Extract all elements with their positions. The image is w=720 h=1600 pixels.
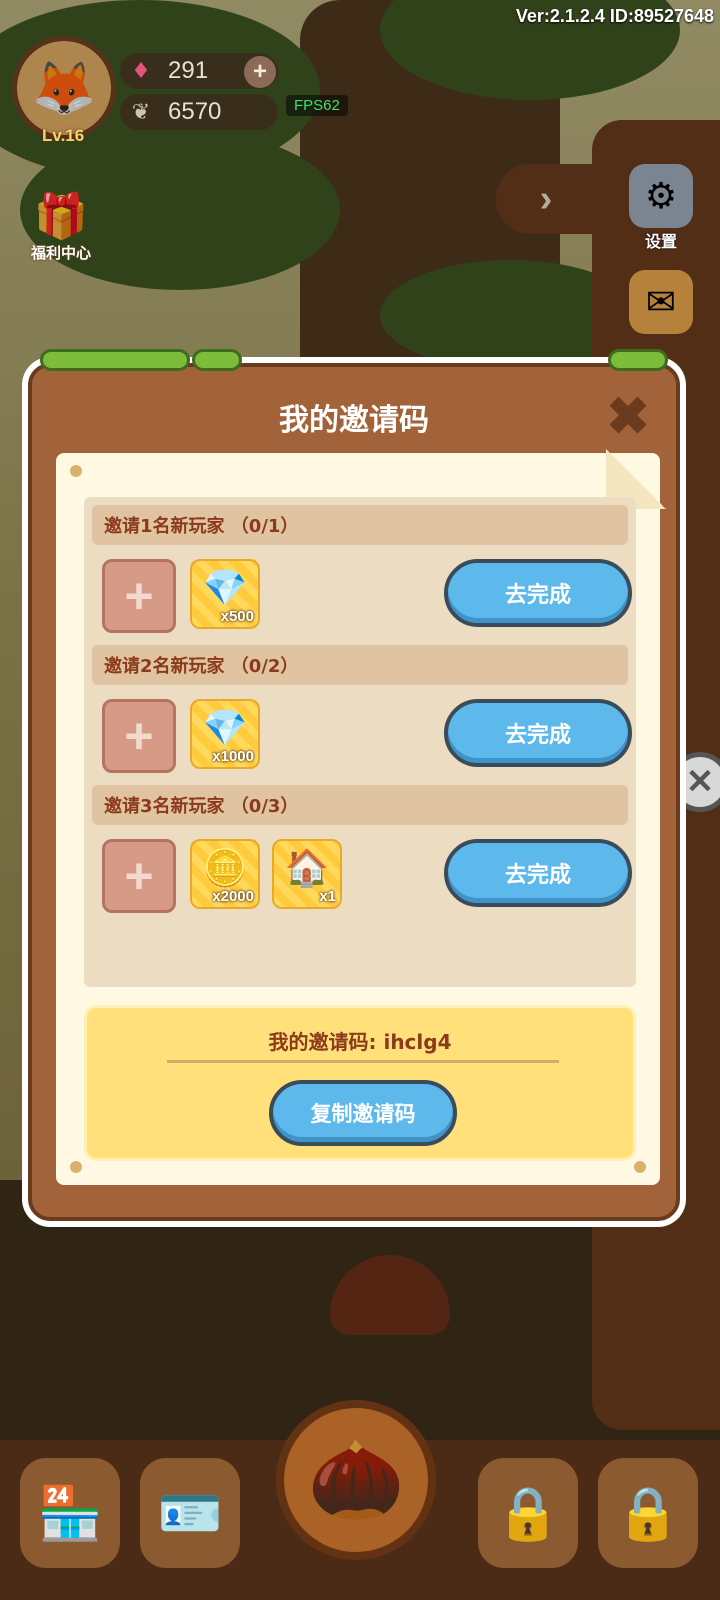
- paper-sheet: 邀请1名新玩家 （0/1） + 💎 x500 去完成 邀请2名新玩家 （0/2）…: [56, 449, 666, 1185]
- version-label: Ver:2.1.2.4 ID:89527648: [515, 6, 714, 26]
- reward-quantity: x1000: [212, 748, 254, 765]
- mail-button[interactable]: ✉: [624, 270, 698, 334]
- copy-invite-code-button[interactable]: 复制邀请码: [269, 1080, 457, 1146]
- vine-decoration: [608, 349, 668, 371]
- chevron-right-icon: ›: [539, 177, 553, 220]
- invite-task: 邀请2名新玩家 （0/2） + 💎 x1000 去完成: [84, 637, 636, 777]
- invite-slot-plus-button[interactable]: +: [102, 839, 176, 913]
- divider: [167, 1060, 559, 1063]
- gear-icon: ⚙: [629, 164, 693, 228]
- invite-code-box: 我的邀请码: ihclg4 复制邀请码: [84, 1005, 636, 1161]
- dialog-frame: 我的邀请码 ✖ 邀请1名新玩家 （0/1） + 💎 x500 去完成 邀请2名新…: [28, 349, 680, 1221]
- pin-decoration: [70, 465, 82, 477]
- add-gems-button[interactable]: +: [244, 56, 276, 88]
- task-header: 邀请2名新玩家 （0/2）: [92, 645, 628, 685]
- welfare-center-label: 福利中心: [30, 245, 91, 262]
- shop-icon: 🏪: [37, 1483, 103, 1544]
- reward-quantity: x500: [220, 608, 254, 625]
- coin-stack-icon: 🪙: [202, 848, 248, 889]
- diamond-pile-icon: 💎: [202, 708, 248, 749]
- go-complete-button[interactable]: 去完成: [444, 559, 632, 627]
- fox-avatar-icon: 🦊: [31, 58, 97, 119]
- invite-code-text: 我的邀请码: ihclg4: [268, 1030, 452, 1054]
- go-complete-button[interactable]: 去完成: [444, 699, 632, 767]
- vine-decoration: [40, 349, 190, 371]
- settings-button[interactable]: ⚙ 设置: [624, 164, 698, 252]
- fps-counter: FPS62: [286, 95, 348, 116]
- vine-decoration: [192, 349, 242, 371]
- invite-task: 邀请1名新玩家 （0/1） + 💎 x500 去完成: [84, 497, 636, 637]
- player-avatar[interactable]: 🦊: [12, 36, 116, 140]
- reward-item: 💎 x500: [190, 559, 260, 629]
- shop-button[interactable]: 🏪: [20, 1458, 120, 1568]
- settings-label: 设置: [644, 234, 677, 251]
- expand-side-menu-button[interactable]: ›: [496, 164, 596, 234]
- seed-icon: ❦: [131, 99, 151, 125]
- card-icon: 🪪: [157, 1483, 223, 1544]
- mail-heart-icon: ✉: [629, 270, 693, 334]
- acorn-main-button[interactable]: 🌰: [276, 1400, 436, 1560]
- task-header: 邀请1名新玩家 （0/1）: [92, 505, 628, 545]
- invite-code-dialog: 我的邀请码 ✖ 邀请1名新玩家 （0/1） + 💎 x500 去完成 邀请2名新…: [22, 349, 686, 1227]
- lock-icon: 🔒: [495, 1483, 561, 1544]
- acorn-icon: 🌰: [307, 1434, 405, 1525]
- close-icon[interactable]: ✖: [602, 391, 654, 443]
- lock-icon: 🔒: [615, 1483, 681, 1544]
- reward-item: 🪙 x2000: [190, 839, 260, 909]
- house-icon: 🏠: [284, 848, 330, 889]
- pin-decoration: [70, 1161, 82, 1173]
- diamond-pile-icon: 💎: [202, 568, 248, 609]
- reward-quantity: x2000: [212, 888, 254, 905]
- gems-value: 291: [168, 57, 209, 84]
- seeds-counter: ❦ 6570: [120, 94, 278, 130]
- invite-slot-plus-button[interactable]: +: [102, 699, 176, 773]
- gift-icon: 🎁: [33, 191, 89, 242]
- invite-task: 邀请3名新玩家 （0/3） + 🪙 x2000 🏠 x1 去完成: [84, 777, 636, 917]
- pin-decoration: [634, 1161, 646, 1173]
- locked-house-button[interactable]: 🔒: [598, 1458, 698, 1568]
- player-level: Lv.16: [42, 126, 85, 145]
- seeds-value: 6570: [168, 98, 222, 125]
- dialog-title: 我的邀请码: [279, 403, 429, 438]
- locked-slot-button[interactable]: 🔒: [478, 1458, 578, 1568]
- reward-quantity: x1: [319, 888, 336, 905]
- welfare-center-button[interactable]: 🎁 福利中心: [16, 190, 106, 263]
- card-button[interactable]: 🪪: [140, 1458, 240, 1568]
- invite-slot-plus-button[interactable]: +: [102, 559, 176, 633]
- task-header: 邀请3名新玩家 （0/3）: [92, 785, 628, 825]
- reward-item: 🏠 x1: [272, 839, 342, 909]
- reward-item: 💎 x1000: [190, 699, 260, 769]
- go-complete-button[interactable]: 去完成: [444, 839, 632, 907]
- gem-icon: ♦: [131, 58, 151, 84]
- invite-task-list: 邀请1名新玩家 （0/1） + 💎 x500 去完成 邀请2名新玩家 （0/2）…: [84, 497, 636, 987]
